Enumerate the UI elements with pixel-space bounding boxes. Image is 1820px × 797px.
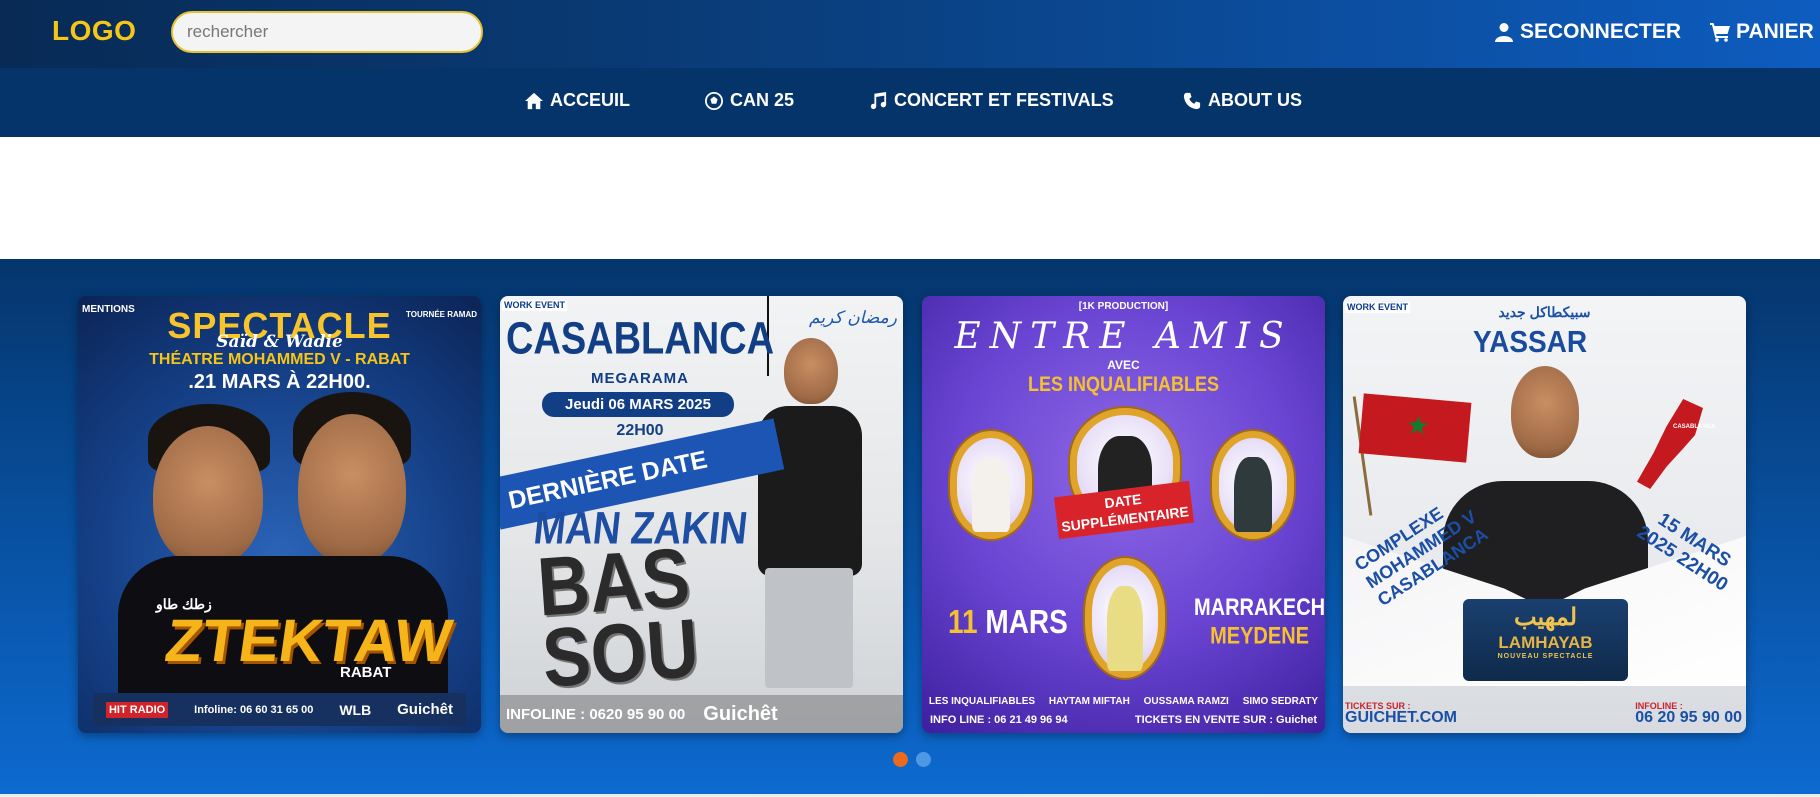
poster-infoline: Infoline: 06 60 31 65 00	[194, 703, 314, 716]
user-icon	[1495, 23, 1513, 42]
poster-day-number: 11	[948, 602, 978, 640]
poster-venue: MEYDENE	[1210, 623, 1309, 650]
carousel-pagination	[893, 752, 931, 767]
sponsor-logo: Guichêt	[397, 701, 453, 718]
login-link[interactable]: SECONNECTER	[1494, 20, 1681, 44]
poster-city: RABAT	[340, 664, 392, 681]
poster-title: ENTRE AMIS	[954, 316, 1293, 357]
tickets-site: GUICHET.COM	[1345, 709, 1457, 726]
poster-tickets: TICKETS EN VENTE SUR : Guichet	[1134, 714, 1317, 726]
poster-group: LES INQUALIFIABLES	[1027, 371, 1219, 396]
cart-link[interactable]: PANIER	[1710, 20, 1814, 44]
performer-face	[153, 426, 263, 566]
poster-show-title: BAS SOU	[534, 531, 702, 706]
poster-arabic-title: سبيكطاكل جديد	[1498, 304, 1591, 320]
cast-name: HAYTAM MIFTAH	[1048, 696, 1130, 707]
nav-item-label: ACCEUIL	[550, 90, 630, 110]
map-label: CASABLANCA	[1673, 424, 1716, 430]
portrait-frame	[950, 431, 1032, 539]
performer-face	[298, 414, 406, 564]
poster-venue: MEGARAMA	[591, 370, 689, 387]
home-icon	[525, 92, 543, 109]
music-note-icon	[870, 91, 887, 109]
poster-show-logo: لمهيب LAMHAYAB NOUVEAU SPECTACLE	[1463, 599, 1628, 681]
nav-item-can25[interactable]: CAN 25	[705, 90, 794, 111]
search-input[interactable]	[171, 11, 483, 53]
cast-name: SIMO SEDRATY	[1242, 696, 1319, 707]
morocco-flag: ★	[1358, 393, 1472, 463]
event-poster-ztektaw[interactable]: MENTIONS TOURNÉE RAMAD SPECTACLE Saïd & …	[78, 296, 481, 733]
poster-artist: YASSAR	[1473, 324, 1588, 359]
nav-item-label: CAN 25	[730, 90, 795, 110]
nav-item-acceuil[interactable]: ACCEUIL	[525, 90, 630, 111]
event-poster-bas-sou[interactable]: WORK EVENT رمضان كريم CASABLANCA MEGARAM…	[500, 296, 903, 733]
soccer-ball-icon	[705, 91, 723, 110]
poster-show-arabic: لمهيب	[1513, 604, 1578, 631]
poster-show-subtitle: NOUVEAU SPECTACLE	[1497, 653, 1594, 660]
sponsor-logo: HIT RADIO	[105, 701, 169, 718]
cart-icon	[1710, 23, 1730, 42]
infoline-number: 06 20 95 90 00	[1635, 709, 1742, 726]
poster-arabic-badge: رمضان كريم	[809, 308, 897, 327]
poster-venue: THÉATRE MOHAMMED V - RABAT	[149, 351, 410, 368]
poster-footer: INFO LINE : 06 21 49 96 94 TICKETS EN VE…	[930, 714, 1317, 726]
site-logo[interactable]: LOGO	[52, 15, 136, 47]
poster-producer-tag: WORK EVENT	[502, 300, 568, 311]
event-poster-lamhayab[interactable]: WORK EVENT سبيكطاكل جديد YASSAR ★ CASABL…	[1343, 296, 1746, 733]
cast-name: OUSSAMA RAMZI	[1143, 696, 1229, 707]
poster-footer: INFOLINE : 0620 95 90 00 Guichêt	[500, 695, 903, 733]
poster-sponsor-bar: HIT RADIO Infoline: 06 60 31 65 00 WLB G…	[93, 693, 466, 726]
performer-face	[1511, 366, 1579, 458]
poster-subtitle: Saïd & Wadie	[216, 332, 343, 352]
portrait-frame	[1212, 431, 1294, 539]
poster-show-logo: ZTEKTAW	[161, 607, 457, 674]
carousel-dot-1[interactable]	[893, 752, 908, 767]
portrait-frame	[1085, 558, 1165, 678]
cart-label: PANIER	[1736, 20, 1814, 43]
performer-face	[784, 338, 838, 404]
sponsor-logo: Guichêt	[703, 702, 778, 725]
performer-legs	[765, 568, 853, 688]
poster-producer: [1K PRODUCTION]	[1078, 301, 1169, 312]
poster-show-title: LAMHAYAB	[1498, 633, 1593, 652]
poster-infoline: INFOLINE : 0620 95 90 00	[506, 705, 686, 723]
poster-date: 11 MARS	[948, 603, 1068, 641]
poster-date: .21 MARS À 22H00.	[188, 371, 371, 393]
nav-item-label: ABOUT US	[1208, 90, 1302, 110]
login-label: SECONNECTER	[1520, 20, 1682, 43]
morocco-map	[1637, 399, 1703, 489]
poster-cast-list: LES INQUALIFIABLES HAYTAM MIFTAH OUSSAMA…	[922, 696, 1325, 707]
event-carousel: MENTIONS TOURNÉE RAMAD SPECTACLE Saïd & …	[0, 259, 1820, 794]
poster-tickets: TICKETS SUR : GUICHET.COM	[1345, 700, 1457, 726]
poster-avec: AVEC	[1107, 358, 1140, 372]
nav-item-label: CONCERT ET FESTIVALS	[894, 90, 1114, 110]
nav-item-about[interactable]: ABOUT US	[1183, 90, 1302, 111]
poster-infoline: INFOLINE : 06 20 95 90 00	[1635, 700, 1742, 726]
nav-item-concerts[interactable]: CONCERT ET FESTIVALS	[869, 90, 1114, 111]
main-nav: ACCEUIL CAN 25 CONCERT ET FESTIVALS ABOU…	[0, 68, 1820, 137]
poster-day-month: MARS	[985, 602, 1068, 640]
poster-location: MARRAKECH MEYDENE	[1194, 593, 1325, 651]
poster-city: MARRAKECH	[1194, 594, 1325, 621]
top-header: LOGO SECONNECTER PANIER	[0, 0, 1820, 68]
carousel-dot-2[interactable]	[916, 752, 931, 767]
poster-date: Jeudi 06 MARS 2025	[542, 392, 734, 417]
poster-city: CASABLANCA	[505, 313, 775, 365]
phone-icon	[1183, 92, 1201, 109]
poster-infoline: INFO LINE : 06 21 49 96 94	[930, 714, 1068, 726]
cast-name: LES INQUALIFIABLES	[928, 696, 1036, 707]
event-poster-entre-amis[interactable]: [1K PRODUCTION] ENTRE AMIS AVEC LES INQU…	[922, 296, 1325, 733]
sponsor-logo: WLB	[339, 701, 372, 718]
spacer-area	[0, 137, 1820, 259]
